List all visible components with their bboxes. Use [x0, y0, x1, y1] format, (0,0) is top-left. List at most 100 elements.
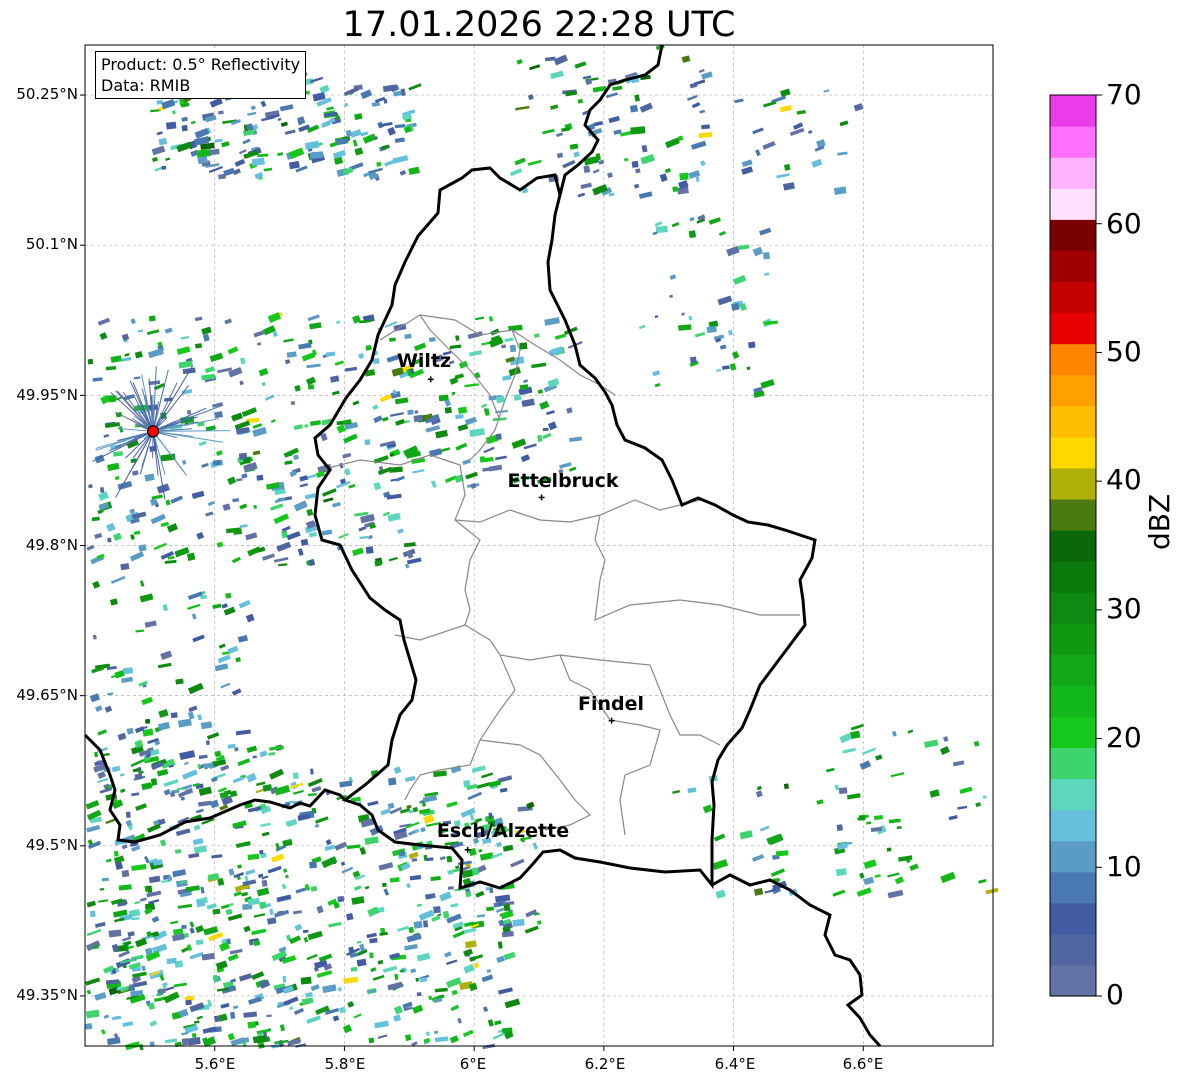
- colorbar-segment: [1050, 374, 1096, 407]
- colorbar-segment: [1050, 436, 1096, 469]
- lon-label: 6.6°E: [842, 1055, 884, 1073]
- echo-cell: [365, 345, 372, 351]
- echo-cell: [982, 795, 987, 799]
- colorbar-segment: [1050, 654, 1096, 686]
- colorbar-tick: 10: [1106, 850, 1142, 883]
- echo-cell: [302, 929, 309, 933]
- echo-cell: [212, 459, 222, 466]
- echo-cell: [836, 824, 843, 831]
- lat-label: 49.65°N: [16, 686, 78, 704]
- echo-cell: [763, 251, 770, 260]
- echo-cell: [495, 433, 502, 441]
- echo-cell: [84, 1022, 93, 1030]
- echo-cell: [282, 975, 287, 983]
- colorbar-segment: [1050, 467, 1096, 500]
- echo-cell: [404, 333, 412, 339]
- lat-label: 49.35°N: [16, 986, 78, 1004]
- echo-cell: [181, 124, 188, 132]
- echo-cell: [225, 592, 232, 599]
- echo-cell: [629, 104, 639, 113]
- city-label-findel: Findel: [577, 693, 645, 715]
- radar-map: [80, 44, 1102, 1051]
- echo-cell: [376, 161, 382, 167]
- colorbar-tick: 0: [1106, 978, 1124, 1011]
- echo-cell: [181, 1038, 190, 1046]
- echo-cell: [413, 414, 423, 423]
- data-source-label: Data: RMIB: [101, 76, 191, 95]
- echo-cell: [309, 861, 317, 869]
- colorbar-tick: 70: [1106, 78, 1142, 111]
- echo-cell: [731, 302, 740, 311]
- echo-cell: [413, 920, 423, 929]
- echo-cell: [292, 772, 299, 780]
- colorbar-segment: [1050, 685, 1096, 717]
- lat-label: 49.95°N: [16, 386, 78, 404]
- echo-cell: [337, 896, 345, 903]
- echo-cell: [161, 165, 167, 170]
- echo-cell: [690, 356, 697, 364]
- echo-cell: [166, 957, 177, 965]
- echo-cell: [369, 952, 374, 959]
- echo-cell: [838, 787, 848, 795]
- echo-cell: [489, 887, 494, 894]
- colorbar-segment: [1050, 126, 1096, 158]
- echo-cell: [364, 439, 371, 446]
- echo-cell: [253, 505, 257, 509]
- lon-label: 6.2°E: [584, 1055, 626, 1073]
- echo-cell: [886, 847, 892, 852]
- colorbar-segment: [1050, 871, 1096, 904]
- echo-cell: [679, 172, 689, 181]
- echo-cell: [513, 394, 522, 401]
- echo-cell: [519, 384, 529, 390]
- echo-cell: [398, 850, 406, 857]
- echo-cell: [729, 363, 737, 371]
- echo-cell: [426, 857, 434, 862]
- lon-label: 5.6°E: [194, 1055, 236, 1073]
- colorbar-label: dBZ: [1143, 493, 1176, 550]
- colorbar-segment: [1050, 561, 1096, 593]
- echo-cell: [293, 454, 299, 460]
- product-info-box: Product: 0.5° Reflectivity Data: RMIB: [95, 51, 307, 99]
- colorbar-segment: [1050, 529, 1096, 562]
- echo-cell: [688, 230, 697, 239]
- echo-cell: [256, 474, 264, 481]
- echo-cell: [308, 559, 316, 567]
- echo-cell: [92, 945, 99, 949]
- colorbar-segment: [1050, 716, 1096, 749]
- product-label: Product: 0.5° Reflectivity: [101, 55, 301, 74]
- echo-cell: [125, 811, 131, 818]
- echo-cell: [191, 1032, 197, 1038]
- echo-cell: [186, 409, 192, 415]
- echo-cell: [87, 358, 94, 365]
- echo-cell: [94, 751, 98, 758]
- colorbar-segment: [1050, 219, 1096, 251]
- echo-cell: [350, 967, 358, 972]
- colorbar: [1049, 94, 1102, 997]
- echo-cell: [695, 176, 700, 182]
- lat-label: 49.8°N: [25, 536, 78, 554]
- echo-cell: [419, 977, 428, 983]
- echo-cell: [180, 796, 185, 801]
- radar-site-marker: [147, 425, 160, 438]
- echo-cell: [89, 910, 96, 918]
- colorbar-segment: [1050, 778, 1096, 811]
- echo-cell: [147, 885, 153, 893]
- echo-cell: [230, 1011, 236, 1019]
- echo-cell: [107, 537, 112, 543]
- lon-label: 6.4°E: [714, 1055, 756, 1073]
- echo-cell: [672, 186, 679, 193]
- echo-cell: [163, 982, 168, 986]
- echo-cell: [123, 667, 134, 675]
- echo-cell: [382, 882, 387, 888]
- echo-cell: [99, 888, 105, 891]
- echo-cell: [783, 783, 790, 790]
- echo-cell: [383, 98, 388, 104]
- echo-cell: [512, 918, 525, 927]
- city-label-wiltz: Wiltz: [396, 350, 452, 372]
- echo-cell: [519, 342, 528, 350]
- echo-cell: [387, 777, 397, 786]
- echo-cell: [701, 124, 710, 130]
- echo-cell: [407, 409, 414, 415]
- echo-cell: [365, 546, 374, 554]
- city-label-ettelbruck: Ettelbruck: [507, 470, 619, 492]
